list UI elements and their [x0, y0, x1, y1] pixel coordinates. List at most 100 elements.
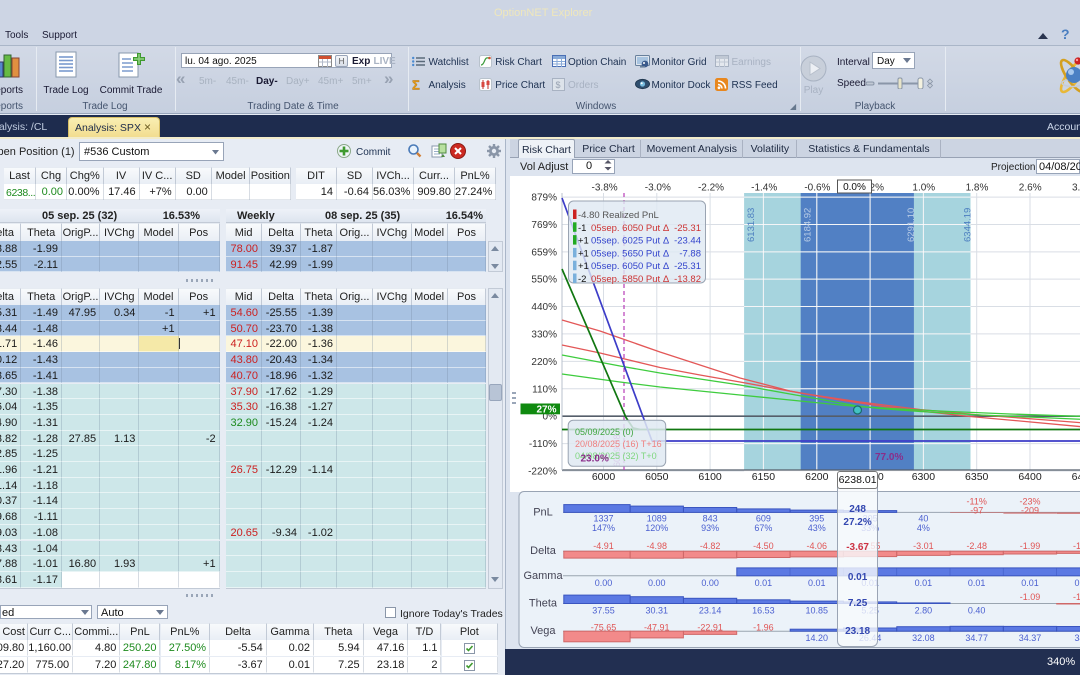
- svg-text:43%: 43%: [808, 523, 826, 533]
- svg-text:34.77: 34.77: [965, 633, 988, 643]
- svg-text:-25.31: -25.31: [674, 223, 701, 234]
- svg-text:-4.91: -4.91: [593, 541, 614, 551]
- svg-text:-1.84: -1.84: [1073, 592, 1080, 602]
- svg-text:-209: -209: [1021, 506, 1039, 516]
- svg-text:1.0%: 1.0%: [912, 183, 935, 194]
- svg-text:110%: 110%: [532, 384, 557, 395]
- svg-text:27%: 27%: [536, 404, 556, 415]
- svg-text:-1.4%: -1.4%: [751, 183, 777, 194]
- svg-text:-1.09: -1.09: [1020, 592, 1041, 602]
- svg-text:2.6%: 2.6%: [1019, 183, 1042, 194]
- svg-text:0.40: 0.40: [968, 606, 986, 616]
- svg-text:0.00: 0.00: [648, 578, 666, 588]
- svg-text:05sep. 6050 Put Δ: 05sep. 6050 Put Δ: [591, 223, 670, 234]
- svg-text:1089: 1089: [647, 514, 667, 524]
- svg-text:147%: 147%: [592, 523, 615, 533]
- svg-text:34.1: 34.1: [1075, 633, 1080, 643]
- svg-text:-1: -1: [578, 223, 586, 234]
- svg-text:6184.92: 6184.92: [803, 208, 814, 242]
- svg-text:6291.10: 6291.10: [906, 208, 917, 242]
- svg-text:0.00: 0.00: [701, 578, 719, 588]
- svg-text:-0.6%: -0.6%: [804, 183, 830, 194]
- svg-text:05sep. 6050 Put Δ: 05sep. 6050 Put Δ: [591, 261, 670, 272]
- svg-text:-1.55: -1.55: [1073, 541, 1080, 551]
- svg-text:-97: -97: [970, 506, 983, 516]
- svg-text:-7.88: -7.88: [679, 248, 701, 259]
- svg-text:120%: 120%: [645, 523, 668, 533]
- svg-text:6131.83: 6131.83: [746, 208, 757, 242]
- svg-text:659%: 659%: [531, 247, 557, 258]
- svg-text:23.0%: 23.0%: [581, 454, 609, 465]
- svg-text:-25.31: -25.31: [674, 261, 701, 272]
- svg-text:05sep. 5650 Put Δ: 05sep. 5650 Put Δ: [591, 248, 670, 259]
- svg-text:-23.44: -23.44: [674, 236, 701, 247]
- svg-text:0.00: 0.00: [595, 578, 613, 588]
- svg-text:16.53: 16.53: [752, 606, 775, 616]
- svg-text:+1: +1: [578, 261, 589, 272]
- svg-text:6100: 6100: [698, 471, 722, 483]
- svg-text:6000: 6000: [592, 471, 616, 483]
- svg-text:0.01: 0.01: [755, 578, 773, 588]
- svg-text:879%: 879%: [531, 193, 557, 204]
- svg-text:609: 609: [756, 514, 771, 524]
- svg-text:-4.82: -4.82: [700, 541, 721, 551]
- svg-text:6350: 6350: [965, 471, 989, 483]
- svg-text:0.01: 0.01: [1075, 578, 1080, 588]
- svg-text:395: 395: [809, 514, 824, 524]
- svg-text:67%: 67%: [754, 523, 772, 533]
- svg-text:-2.48: -2.48: [966, 541, 987, 551]
- svg-text:769%: 769%: [531, 220, 557, 231]
- svg-text:Vega: Vega: [530, 625, 556, 637]
- svg-text:0.01: 0.01: [968, 578, 986, 588]
- svg-text:330%: 330%: [531, 329, 557, 340]
- svg-text:6150: 6150: [752, 471, 776, 483]
- svg-text:05/09/2025 (0): 05/09/2025 (0): [575, 427, 634, 437]
- svg-text:6050: 6050: [645, 471, 669, 483]
- svg-text:Theta: Theta: [529, 598, 558, 610]
- svg-text:32.08: 32.08: [912, 633, 935, 643]
- svg-text:23.14: 23.14: [699, 606, 722, 616]
- svg-text:843: 843: [703, 514, 718, 524]
- svg-text:-22.91: -22.91: [697, 623, 723, 633]
- svg-text:4%: 4%: [917, 523, 930, 533]
- svg-text:-220%: -220%: [528, 467, 557, 478]
- svg-text:0.01: 0.01: [1021, 578, 1039, 588]
- svg-text:Gamma: Gamma: [523, 570, 563, 582]
- svg-text:$: $: [555, 80, 560, 90]
- svg-text:0.0%: 0.0%: [843, 182, 866, 193]
- svg-text:1.8%: 1.8%: [966, 183, 989, 194]
- svg-text:-13.82: -13.82: [674, 274, 701, 285]
- svg-text:-4.06: -4.06: [807, 541, 828, 551]
- svg-text:-2: -2: [578, 274, 586, 285]
- svg-text:-1.96: -1.96: [753, 623, 774, 633]
- svg-text:6450: 6450: [1072, 471, 1080, 483]
- svg-text:6344.19: 6344.19: [963, 208, 974, 242]
- svg-text:2.80: 2.80: [915, 606, 933, 616]
- svg-text:Delta: Delta: [530, 545, 557, 557]
- svg-text:+1: +1: [578, 236, 589, 247]
- svg-text:-4.80 Realized PnL: -4.80 Realized PnL: [578, 210, 659, 221]
- svg-text:3.4%: 3.4%: [1072, 183, 1080, 194]
- svg-text:-2.2%: -2.2%: [698, 183, 724, 194]
- svg-text:440%: 440%: [531, 302, 557, 313]
- svg-text:-4.98: -4.98: [647, 541, 668, 551]
- svg-text:6400: 6400: [1018, 471, 1042, 483]
- svg-text:05sep. 5850 Put Δ: 05sep. 5850 Put Δ: [591, 274, 670, 285]
- svg-text:93%: 93%: [701, 523, 719, 533]
- svg-text:-4.50: -4.50: [753, 541, 774, 551]
- svg-text:37.55: 37.55: [592, 606, 615, 616]
- svg-text:-3.0%: -3.0%: [645, 183, 671, 194]
- svg-text:0.01: 0.01: [808, 578, 826, 588]
- svg-text:6200: 6200: [805, 471, 829, 483]
- svg-text:-110%: -110%: [529, 439, 557, 450]
- svg-text:77.0%: 77.0%: [875, 452, 903, 463]
- svg-text:Σ: Σ: [412, 78, 420, 91]
- svg-text:1337: 1337: [593, 514, 613, 524]
- svg-text:10.85: 10.85: [806, 606, 829, 616]
- svg-text:34.37: 34.37: [1019, 633, 1042, 643]
- svg-text:-47.91: -47.91: [644, 623, 670, 633]
- svg-text:220%: 220%: [531, 357, 557, 368]
- svg-text:+1: +1: [578, 248, 589, 259]
- svg-text:40: 40: [918, 514, 928, 524]
- svg-text:-1.99: -1.99: [1020, 541, 1041, 551]
